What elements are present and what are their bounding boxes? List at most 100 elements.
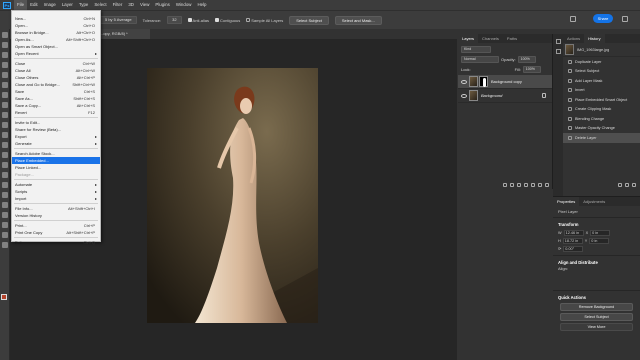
tab-paths[interactable]: Paths	[503, 34, 521, 43]
menu-item-import[interactable]: Import ▸	[12, 195, 100, 202]
history-state[interactable]: Select Subject	[563, 67, 640, 77]
menu-item-browse-in-bridge[interactable]: Browse in Bridge... Alt+Ctrl+O	[12, 29, 100, 36]
menu-view[interactable]: View	[137, 0, 152, 10]
hand-tool-icon[interactable]	[2, 222, 8, 228]
workspace-icon[interactable]	[622, 16, 628, 22]
menu-3d[interactable]: 3D	[125, 0, 137, 10]
menu-type[interactable]: Type	[76, 0, 92, 10]
select-subject-button[interactable]: Select Subject	[560, 313, 633, 321]
opacity-input[interactable]: 100%	[517, 55, 536, 63]
pen-tool-icon[interactable]	[2, 182, 8, 188]
menu-item-search-adobe-stock[interactable]: Search Adobe Stock...	[12, 150, 100, 157]
x-input[interactable]: 0 in	[590, 229, 611, 236]
menu-item-revert[interactable]: Revert F12	[12, 109, 100, 116]
foreground-color-swatch[interactable]	[1, 294, 7, 300]
history-state[interactable]: Create Clipping Mask	[563, 105, 640, 115]
layer-row[interactable]: Background	[458, 89, 552, 103]
eyedropper-tool-icon[interactable]	[2, 92, 8, 98]
history-state[interactable]: Blending Change	[563, 114, 640, 124]
history-state[interactable]: Invert	[563, 86, 640, 96]
history-state[interactable]: Delete Layer	[563, 133, 640, 143]
add-mask-icon[interactable]	[517, 182, 521, 187]
menu-select[interactable]: Select	[91, 0, 109, 10]
layer-kind-filter[interactable]: Kind	[461, 45, 491, 53]
layer-style-icon[interactable]	[510, 182, 514, 187]
clone-stamp-icon[interactable]	[2, 122, 8, 128]
menu-item-open-recent[interactable]: Open Recent ▸	[12, 50, 100, 57]
eraser-tool-icon[interactable]	[2, 142, 8, 148]
menu-item-exit[interactable]: Exit Ctrl+Q	[12, 239, 100, 246]
angle-input[interactable]: 0.00°	[563, 245, 584, 252]
quick-actions-header[interactable]: Quick Actions	[553, 294, 640, 301]
remove-background-button[interactable]: Remove Background	[560, 303, 633, 311]
crop-tool-icon[interactable]	[2, 72, 8, 78]
more-tools-icon[interactable]	[2, 242, 8, 248]
menu-item-share-for-review-beta[interactable]: Share for Review (Beta)...	[12, 126, 100, 133]
menu-item-automate[interactable]: Automate ▸	[12, 181, 100, 188]
tab-adjustments[interactable]: Adjustments	[579, 197, 609, 206]
new-group-icon[interactable]	[531, 182, 535, 187]
menu-item-open-as[interactable]: Open As... Alt+Shift+Ctrl+O	[12, 36, 100, 43]
share-button[interactable]: Share	[593, 14, 613, 23]
move-tool-icon[interactable]	[2, 32, 8, 38]
history-state[interactable]: Add Layer Mask	[563, 76, 640, 86]
menu-layer[interactable]: Layer	[59, 0, 76, 10]
menu-image[interactable]: Image	[41, 0, 59, 10]
menu-item-invite-to-edit[interactable]: Invite to Edit...	[12, 119, 100, 126]
menu-item-scripts[interactable]: Scripts ▸	[12, 188, 100, 195]
camera-icon[interactable]	[625, 182, 629, 187]
tab-history[interactable]: History	[584, 34, 605, 43]
brush-tool-icon[interactable]	[2, 112, 8, 118]
history-state[interactable]: Master Opacity Change	[563, 124, 640, 134]
menu-item-place-embedded[interactable]: Place Embedded...	[12, 157, 100, 164]
menu-item-print[interactable]: Print... Ctrl+P	[12, 222, 100, 229]
anti-alias-checkbox[interactable]: Anti-alias	[187, 18, 209, 23]
marquee-tool-icon[interactable]	[2, 42, 8, 48]
rectangle-tool-icon[interactable]	[2, 212, 8, 218]
zoom-tool-icon[interactable]	[2, 232, 8, 238]
menu-item-file-info[interactable]: File Info... Alt+Shift+Ctrl+I	[12, 205, 100, 212]
new-layer-icon[interactable]	[538, 182, 542, 187]
magic-wand-tool-icon[interactable]	[2, 62, 8, 68]
menu-item-close-and-go-to-bridge[interactable]: Close and Go to Bridge... Shift+Ctrl+W	[12, 81, 100, 88]
menu-item-open-as-smart-object[interactable]: Open as Smart Object...	[12, 43, 100, 50]
link-layers-icon[interactable]	[503, 182, 507, 187]
menu-help[interactable]: Help	[194, 0, 209, 10]
select-subject-button[interactable]: Select Subject	[289, 15, 329, 25]
fill-input[interactable]: 100%	[522, 65, 541, 73]
menu-item-close-all[interactable]: Close All Alt+Ctrl+W	[12, 67, 100, 74]
tab-properties[interactable]: Properties	[553, 197, 580, 206]
history-state[interactable]: Duplicate Layer	[563, 57, 640, 67]
height-input[interactable]: 18.72 in	[562, 237, 583, 244]
document-photo[interactable]	[147, 68, 318, 323]
new-document-from-state-icon[interactable]	[618, 182, 622, 187]
history-panel-icon[interactable]	[555, 49, 561, 54]
trash-icon[interactable]	[632, 182, 636, 187]
menu-file[interactable]: File	[14, 0, 28, 10]
menu-window[interactable]: Window	[173, 0, 195, 10]
type-tool-icon[interactable]	[2, 192, 8, 198]
history-state[interactable]: Place Embedded Smart Object	[563, 95, 640, 105]
layer-row[interactable]: Background copy	[458, 75, 552, 89]
sample-all-layers-checkbox[interactable]: Sample All Layers	[246, 18, 283, 23]
history-brush-icon[interactable]	[2, 132, 8, 138]
delete-layer-icon[interactable]	[545, 182, 549, 187]
select-and-mask-button[interactable]: Select and Mask...	[334, 15, 382, 25]
menu-filter[interactable]: Filter	[110, 0, 126, 10]
dodge-tool-icon[interactable]	[2, 172, 8, 178]
menu-item-close[interactable]: Close Ctrl+W	[12, 60, 100, 67]
menu-item-open[interactable]: Open... Ctrl+O	[12, 22, 100, 29]
sample-size-select[interactable]: 5 by 5 Average	[100, 16, 137, 24]
eye-icon[interactable]	[461, 93, 467, 98]
menu-plugins[interactable]: Plugins	[152, 0, 172, 10]
menu-item-print-one-copy[interactable]: Print One Copy Alt+Shift+Ctrl+P	[12, 229, 100, 236]
menu-item-export[interactable]: Export ▸	[12, 133, 100, 140]
menu-item-save-as[interactable]: Save As... Shift+Ctrl+S	[12, 95, 100, 102]
tab-actions[interactable]: Actions	[563, 34, 584, 43]
actions-panel-icon[interactable]	[555, 39, 561, 44]
blur-tool-icon[interactable]	[2, 162, 8, 168]
frame-tool-icon[interactable]	[2, 82, 8, 88]
path-selection-icon[interactable]	[2, 202, 8, 208]
search-icon[interactable]	[570, 16, 576, 22]
menu-item-close-others[interactable]: Close Others Alt+Ctrl+P	[12, 74, 100, 81]
